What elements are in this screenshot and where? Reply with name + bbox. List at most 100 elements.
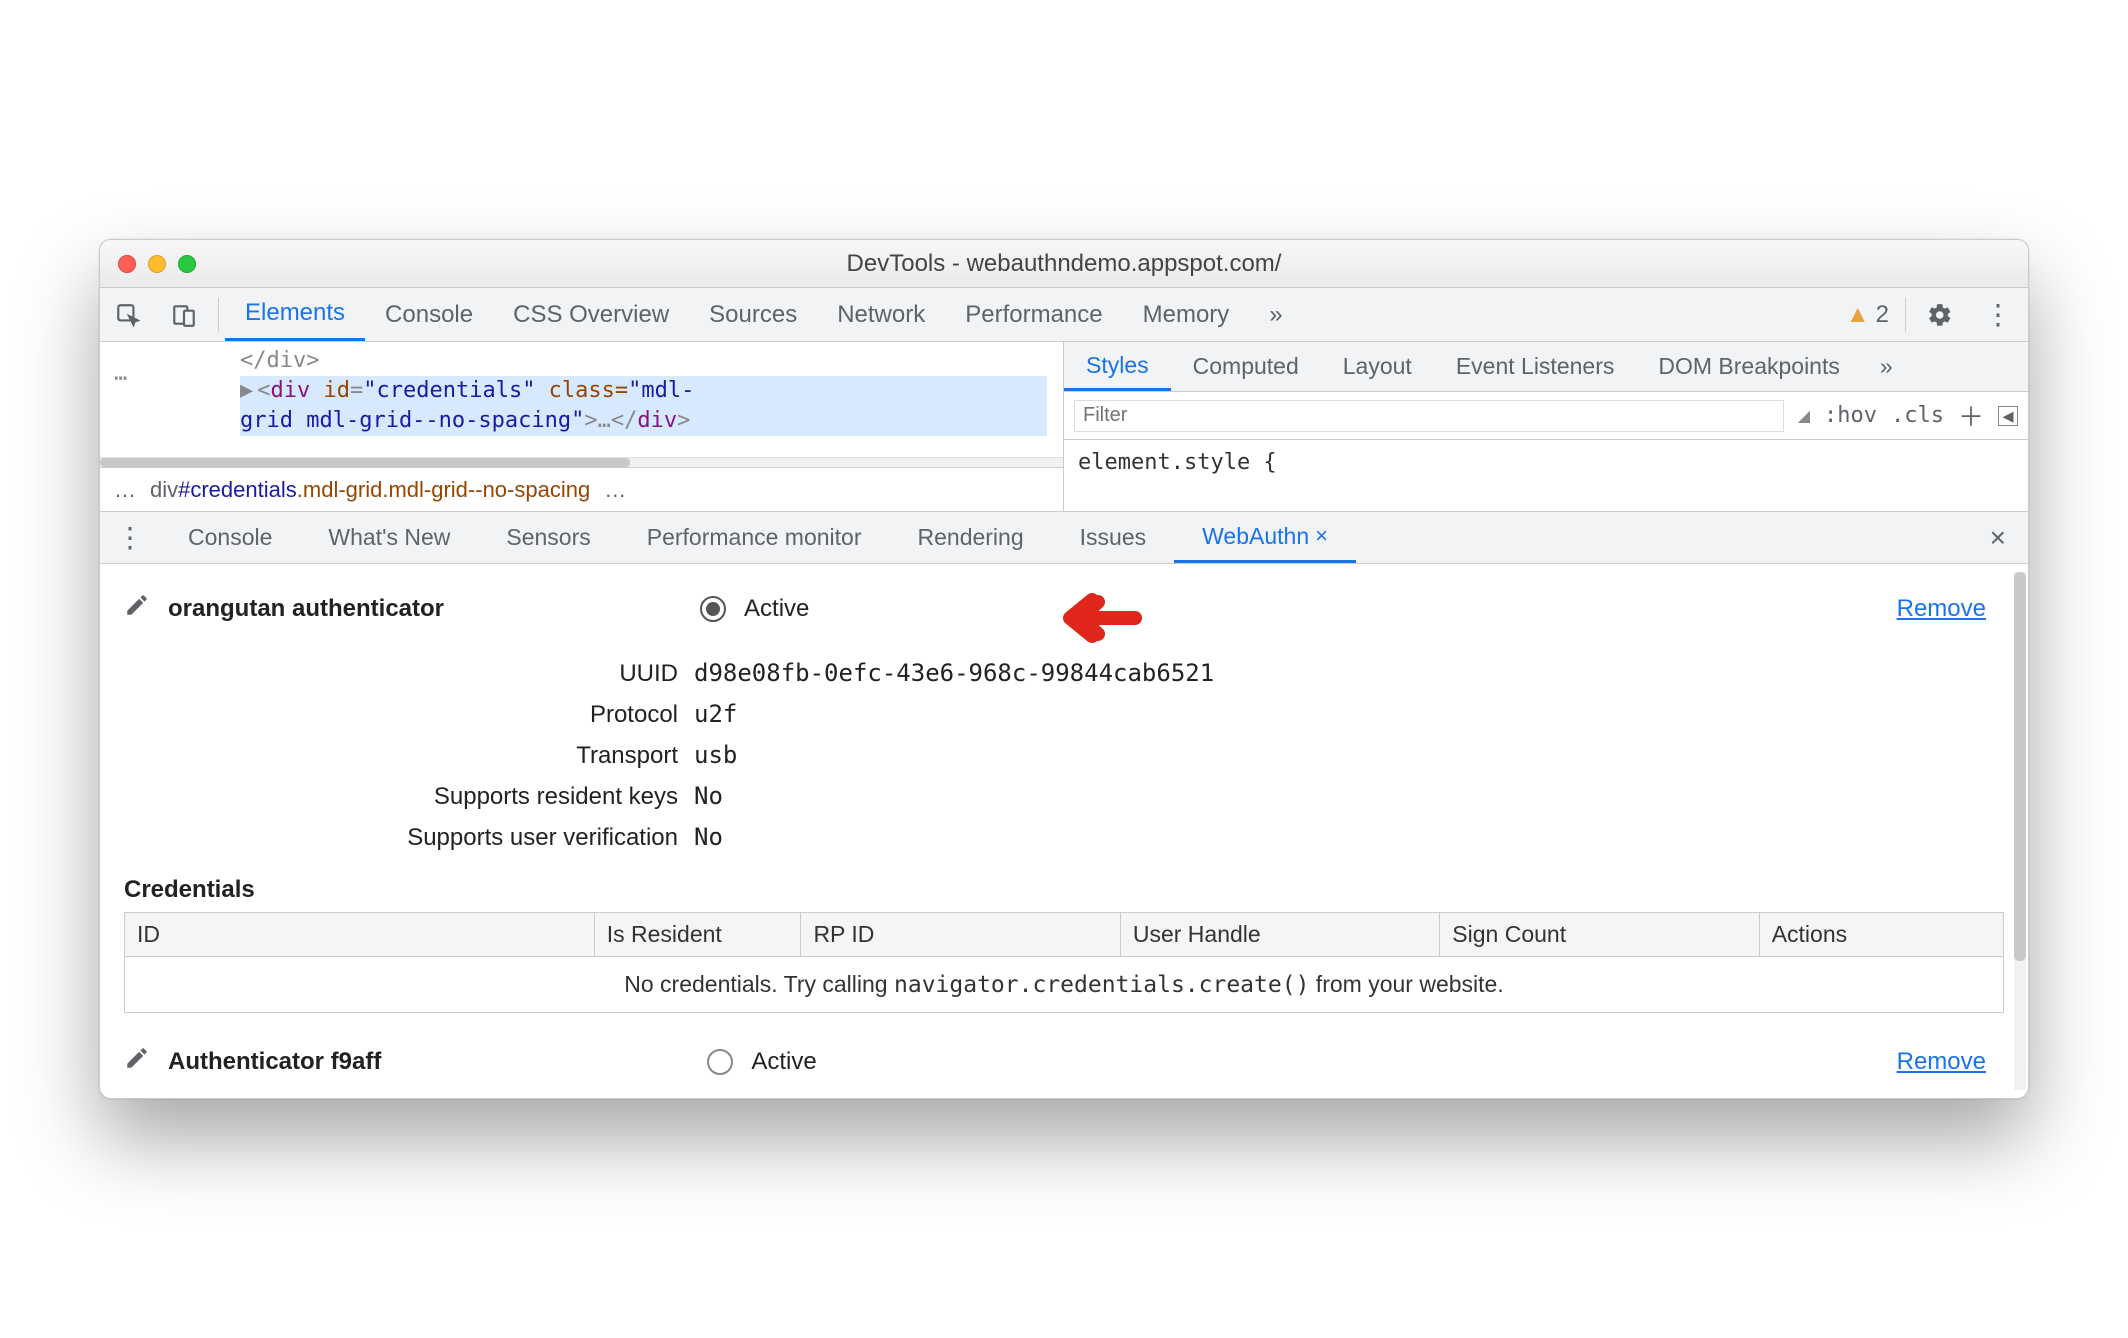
drawer-menu-icon[interactable]: ⋮ bbox=[100, 521, 160, 554]
filter-resize-icon[interactable]: ◢ bbox=[1798, 406, 1810, 426]
tab-performance[interactable]: Performance bbox=[945, 288, 1122, 341]
warnings-badge[interactable]: ▲ 2 bbox=[1846, 301, 1889, 329]
minimize-window-icon[interactable] bbox=[148, 255, 166, 273]
titlebar: DevTools - webauthndemo.appspot.com/ bbox=[100, 240, 2028, 288]
drawer-tab-sensors[interactable]: Sensors bbox=[478, 512, 618, 563]
window-controls bbox=[118, 255, 196, 273]
new-style-rule-icon[interactable]: ＋ bbox=[1958, 397, 1984, 434]
styles-filter-input[interactable] bbox=[1074, 400, 1784, 432]
subtab-computed[interactable]: Computed bbox=[1171, 342, 1321, 391]
authenticator-name: orangutan authenticator bbox=[168, 595, 444, 623]
tabs-overflow[interactable]: » bbox=[1249, 288, 1302, 341]
styles-pane: Styles Computed Layout Event Listeners D… bbox=[1064, 342, 2028, 511]
empty-text-prefix: No credentials. Try calling bbox=[624, 971, 894, 997]
resident-keys-value: No bbox=[694, 782, 723, 810]
zoom-window-icon[interactable] bbox=[178, 255, 196, 273]
tab-network[interactable]: Network bbox=[817, 288, 945, 341]
annotation-arrow-icon bbox=[1050, 588, 1150, 655]
elements-split: ⋯ </div> ▶<div id="credentials" class="m… bbox=[100, 342, 2028, 512]
devtools-window: DevTools - webauthndemo.appspot.com/ Ele… bbox=[99, 239, 2029, 1099]
element-style-rule: element.style { bbox=[1078, 450, 1277, 475]
authenticator-properties: UUIDd98e08fb-0efc-43e6-968c-99844cab6521… bbox=[184, 653, 2004, 858]
authenticator-name: Authenticator f9aff bbox=[168, 1048, 381, 1076]
remove-link[interactable]: Remove bbox=[1897, 595, 1986, 623]
drawer-tab-rendering[interactable]: Rendering bbox=[890, 512, 1052, 563]
drawer-tab-perf-monitor[interactable]: Performance monitor bbox=[619, 512, 890, 563]
inspect-element-icon[interactable] bbox=[106, 293, 150, 337]
webauthn-panel: orangutan authenticator Active Remove UU… bbox=[100, 564, 2028, 1098]
dom-line bbox=[240, 436, 1047, 457]
breadcrumb-node[interactable]: div#credentials.mdl-grid.mdl-grid--no-sp… bbox=[150, 477, 590, 503]
tab-css-overview[interactable]: CSS Overview bbox=[493, 288, 689, 341]
vertical-scrollbar[interactable] bbox=[2014, 572, 2026, 1090]
tab-console[interactable]: Console bbox=[365, 288, 493, 341]
authenticator-row: Authenticator f9aff Active Remove bbox=[124, 1035, 2004, 1088]
cls-toggle[interactable]: .cls bbox=[1891, 403, 1944, 428]
close-window-icon[interactable] bbox=[118, 255, 136, 273]
credentials-heading: Credentials bbox=[124, 876, 2004, 904]
styles-filterbar: ◢ :hov .cls ＋ ◂ bbox=[1064, 392, 2028, 440]
protocol-label: Protocol bbox=[184, 701, 694, 729]
user-verification-value: No bbox=[694, 823, 723, 851]
subtab-styles[interactable]: Styles bbox=[1064, 342, 1171, 391]
active-label: Active bbox=[751, 1048, 816, 1076]
drawer-tab-console[interactable]: Console bbox=[160, 512, 300, 563]
dom-line: </div> bbox=[240, 346, 1047, 376]
elements-tree-pane: ⋯ </div> ▶<div id="credentials" class="m… bbox=[100, 342, 1064, 511]
col-rp-id: RP ID bbox=[801, 913, 1120, 957]
breadcrumb-overflow-left[interactable]: … bbox=[114, 477, 136, 503]
drawer-tabbar: ⋮ Console What's New Sensors Performance… bbox=[100, 512, 2028, 564]
col-user-handle: User Handle bbox=[1120, 913, 1439, 957]
close-tab-icon[interactable]: × bbox=[1315, 523, 1328, 549]
edit-pencil-icon[interactable] bbox=[124, 592, 150, 625]
drawer-tab-issues[interactable]: Issues bbox=[1052, 512, 1174, 563]
empty-text-suffix: from your website. bbox=[1309, 971, 1503, 997]
dom-tree[interactable]: ⋯ </div> ▶<div id="credentials" class="m… bbox=[100, 342, 1063, 457]
dom-line-selected[interactable]: ▶<div id="credentials" class="mdl- bbox=[240, 376, 1047, 406]
window-title: DevTools - webauthndemo.appspot.com/ bbox=[847, 250, 1282, 278]
drawer-tab-whats-new[interactable]: What's New bbox=[300, 512, 478, 563]
subtab-layout[interactable]: Layout bbox=[1321, 342, 1434, 391]
active-radio[interactable] bbox=[707, 1049, 733, 1075]
credentials-table: ID Is Resident RP ID User Handle Sign Co… bbox=[124, 912, 2004, 1013]
col-id: ID bbox=[125, 913, 595, 957]
uuid-label: UUID bbox=[184, 660, 694, 688]
remove-link[interactable]: Remove bbox=[1897, 1048, 1986, 1076]
drawer-tab-webauthn[interactable]: WebAuthn × bbox=[1174, 512, 1356, 563]
subtab-dom-breakpoints[interactable]: DOM Breakpoints bbox=[1636, 342, 1862, 391]
tab-memory[interactable]: Memory bbox=[1123, 288, 1250, 341]
empty-text-code: navigator.credentials.create() bbox=[894, 972, 1309, 998]
col-sign-count: Sign Count bbox=[1440, 913, 1759, 957]
resident-keys-label: Supports resident keys bbox=[184, 783, 694, 811]
col-is-resident: Is Resident bbox=[594, 913, 801, 957]
transport-label: Transport bbox=[184, 742, 694, 770]
subtab-event-listeners[interactable]: Event Listeners bbox=[1434, 342, 1637, 391]
device-toolbar-icon[interactable] bbox=[162, 293, 206, 337]
style-rules[interactable]: element.style { bbox=[1064, 440, 2028, 511]
uuid-value: d98e08fb-0efc-43e6-968c-99844cab6521 bbox=[694, 659, 1214, 687]
tree-collapsed-icon[interactable]: ⋯ bbox=[114, 366, 129, 391]
edit-pencil-icon[interactable] bbox=[124, 1045, 150, 1078]
main-tabbar: Elements Console CSS Overview Sources Ne… bbox=[100, 288, 2028, 342]
subtabs-overflow[interactable]: » bbox=[1862, 353, 1911, 380]
horizontal-scrollbar[interactable] bbox=[100, 457, 1063, 467]
toggle-sidebar-icon[interactable]: ◂ bbox=[1998, 406, 2018, 426]
warning-icon: ▲ bbox=[1846, 301, 1870, 329]
breadcrumb[interactable]: … div#credentials.mdl-grid.mdl-grid--no-… bbox=[100, 467, 1063, 511]
styles-subtabs: Styles Computed Layout Event Listeners D… bbox=[1064, 342, 2028, 392]
user-verification-label: Supports user verification bbox=[184, 824, 694, 852]
hov-toggle[interactable]: :hov bbox=[1824, 403, 1877, 428]
tab-sources[interactable]: Sources bbox=[689, 288, 817, 341]
drawer-close-icon[interactable]: × bbox=[1990, 522, 2006, 554]
protocol-value: u2f bbox=[694, 700, 737, 728]
transport-value: usb bbox=[694, 741, 737, 769]
tab-elements[interactable]: Elements bbox=[225, 288, 365, 341]
active-label: Active bbox=[744, 595, 809, 623]
settings-gear-icon[interactable] bbox=[1918, 293, 1962, 337]
credentials-empty-row: No credentials. Try calling navigator.cr… bbox=[125, 957, 2004, 1013]
breadcrumb-overflow-right[interactable]: … bbox=[604, 477, 626, 503]
active-radio[interactable] bbox=[700, 596, 726, 622]
warning-count: 2 bbox=[1876, 301, 1889, 329]
drawer-tab-webauthn-label: WebAuthn bbox=[1202, 523, 1309, 550]
dom-line-selected-wrap[interactable]: grid mdl-grid--no-spacing">…</div> bbox=[240, 406, 1047, 436]
